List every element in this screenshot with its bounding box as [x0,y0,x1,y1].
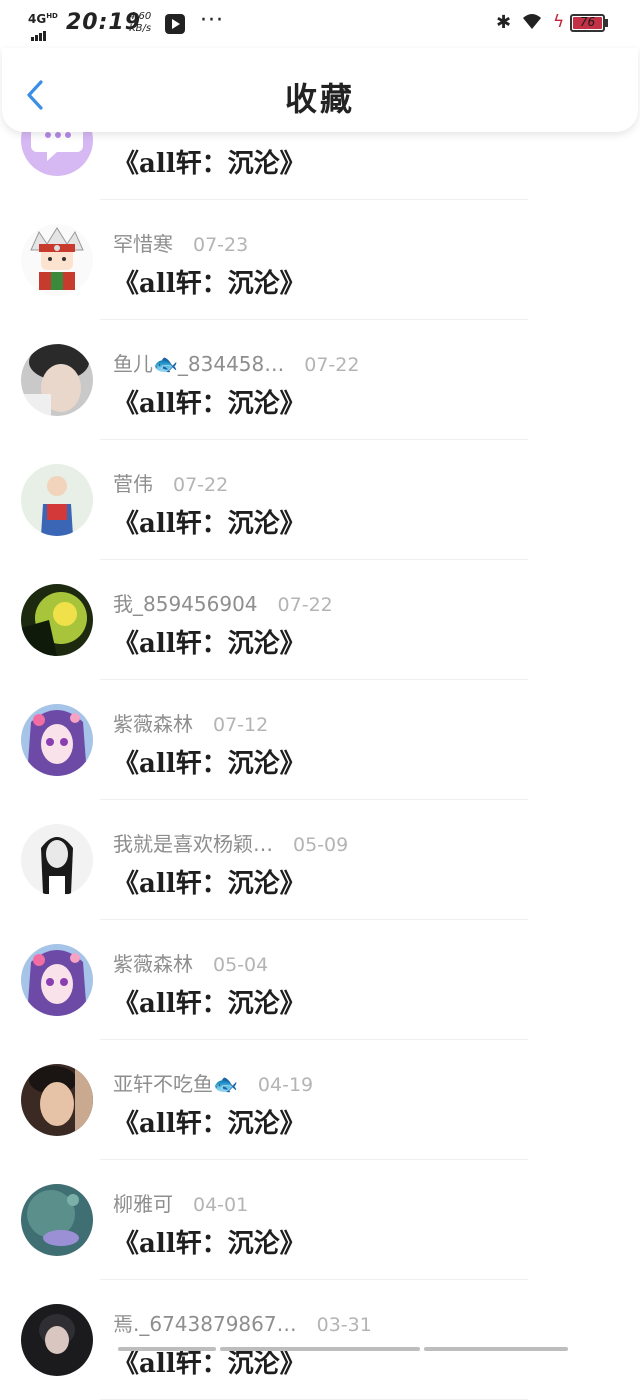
network-speed: 4.60 KB/s [129,11,151,35]
status-bar: 4GHD 20:19 4.60 KB/s ··· ✱ ϟ 76 [0,0,640,48]
charging-icon: ϟ [553,12,565,32]
favorite-meta: 紫薇森林 07-12 [113,708,268,737]
favorite-date: 05-09 [293,834,349,856]
favorite-item[interactable]: 焉._6743879867… 03-31 《all轩：沉沦》 [0,1280,640,1400]
favorite-date: 07-12 [213,714,269,736]
author-name[interactable]: 焉._6743879867… [113,1312,297,1336]
battery-level: 76 [579,15,596,29]
user-avatar[interactable] [21,944,93,1016]
wifi-icon [523,14,541,29]
page-title: 收藏 [284,80,355,118]
favorite-date: 07-22 [277,594,333,616]
author-name[interactable]: 鱼儿🐟_834458… [113,352,284,376]
favorite-meta: 鱼儿🐟_834458… 07-22 [113,348,359,377]
author-name[interactable]: 我_859456904 [113,592,258,616]
favorite-meta: 柳雅可 04-01 [113,1188,248,1217]
network-sup: HD [46,12,58,20]
author-name[interactable]: 紫薇森林 [113,712,193,736]
speed-unit: KB/s [129,23,152,34]
work-title[interactable]: 《all轩：沉沦》 [113,983,306,1020]
battery-icon: 76 [570,14,605,32]
work-title[interactable]: 《all轩：沉沦》 [113,1103,306,1140]
favorite-item[interactable]: 柳雅可 04-01 《all轩：沉沦》 [0,1160,640,1280]
user-avatar[interactable] [21,1184,93,1256]
user-avatar[interactable] [21,224,93,296]
favorite-meta: 焉._6743879867… 03-31 [113,1308,372,1337]
battery-cap [605,19,608,27]
author-name[interactable]: 紫薇森林 [113,952,193,976]
favorite-meta: 紫薇森林 05-04 [113,948,268,977]
favorite-item[interactable]: 我_859456904 07-22 《all轩：沉沦》 [0,560,640,680]
header: 收藏 [2,48,638,132]
speed-value: 4.60 [129,11,152,22]
user-avatar[interactable] [21,344,93,416]
favorite-item[interactable]: 紫薇森林 07-12 《all轩：沉沦》 [0,680,640,800]
work-title[interactable]: 《all轩：沉沦》 [113,623,306,660]
favorite-meta: 我就是喜欢杨颖… 05-09 [113,828,348,857]
user-avatar[interactable] [21,704,93,776]
work-title[interactable]: 《all轩：沉沦》 [113,143,306,180]
author-name[interactable]: 亚轩不吃鱼🐟 [113,1072,238,1096]
user-avatar[interactable] [21,824,93,896]
user-avatar[interactable] [21,464,93,536]
bluetooth-icon: ✱ [496,12,512,33]
more-notifications-icon: ··· [200,8,224,33]
user-avatar[interactable] [21,584,93,656]
favorite-date: 07-22 [173,474,229,496]
user-avatar[interactable] [21,1064,93,1136]
favorite-date: 04-01 [193,1194,249,1216]
work-title[interactable]: 《all轩：沉沦》 [113,503,306,540]
favorite-date: 05-04 [213,954,269,976]
favorite-date: 07-23 [193,234,249,256]
video-app-icon [165,14,185,34]
favorite-item[interactable]: 紫薇森林 05-04 《all轩：沉沦》 [0,920,640,1040]
favorite-meta: 罕惜寒 07-23 [113,228,248,257]
favorite-item[interactable]: 亚轩不吃鱼🐟 04-19 《all轩：沉沦》 [0,1040,640,1160]
author-name[interactable]: 柳雅可 [113,1192,173,1216]
favorite-item[interactable]: 菅伟 07-22 《all轩：沉沦》 [0,440,640,560]
favorite-date: 07-22 [304,354,360,376]
favorite-date: 04-19 [257,1074,314,1096]
work-title[interactable]: 《all轩：沉沦》 [113,263,306,300]
favorite-meta: 我_859456904 07-22 [113,588,333,617]
work-title[interactable]: 《all轩：沉沦》 [113,1223,306,1260]
author-name[interactable]: 菅伟 [113,472,153,496]
work-title[interactable]: 《all轩：沉沦》 [113,743,306,780]
favorite-date: 03-31 [316,1314,372,1336]
user-avatar[interactable] [21,1304,93,1376]
work-title[interactable]: 《all轩：沉沦》 [113,863,306,900]
favorites-list: 《all轩：沉沦》 罕惜寒 07-23 《all轩：沉沦》 鱼儿🐟_834458… 07-… [0,80,640,1400]
favorite-item[interactable]: 罕惜寒 07-23 《all轩：沉沦》 [0,200,640,320]
favorite-meta: 亚轩不吃鱼🐟 04-19 [113,1068,313,1097]
signal-icon [31,22,47,41]
favorite-item[interactable]: 我就是喜欢杨颖… 05-09 《all轩：沉沦》 [0,800,640,920]
work-title[interactable]: 《all轩：沉沦》 [113,383,306,420]
bottom-scroll-bars [0,1347,640,1351]
author-name[interactable]: 我就是喜欢杨颖… [113,832,273,856]
favorite-meta: 菅伟 07-22 [113,468,228,497]
author-name[interactable]: 罕惜寒 [113,232,173,256]
favorite-item[interactable]: 鱼儿🐟_834458… 07-22 《all轩：沉沦》 [0,320,640,440]
